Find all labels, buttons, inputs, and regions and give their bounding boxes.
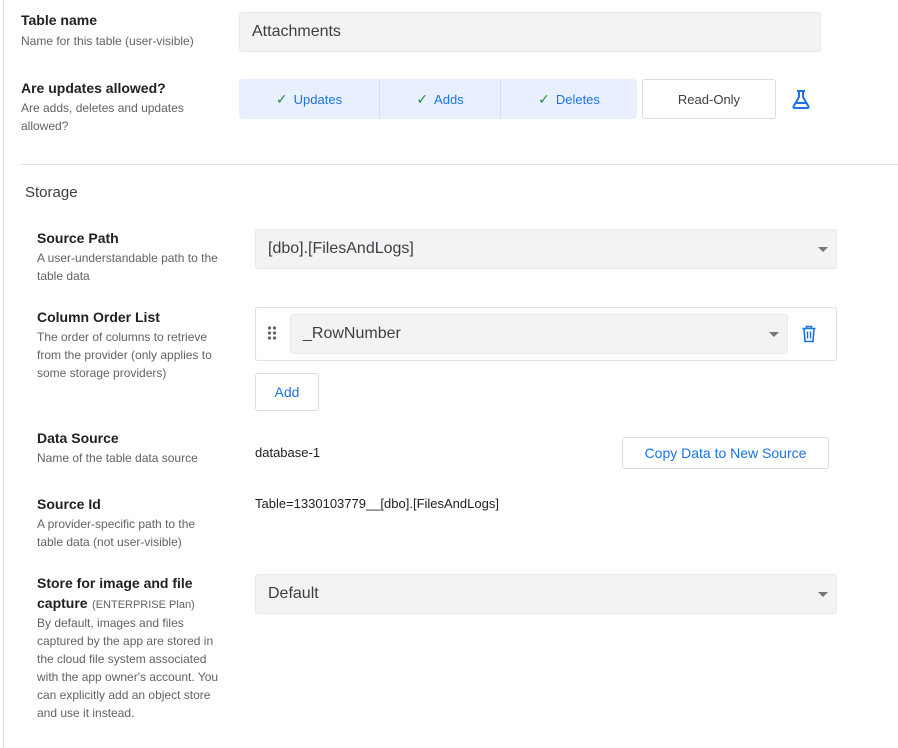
store-desc-1: By default, images and files: [37, 616, 184, 630]
source-path-select[interactable]: [dbo].[FilesAndLogs]: [255, 229, 837, 269]
left-border: [3, 0, 4, 748]
adds-toggle-label: Adds: [434, 91, 464, 107]
source-path-desc-1: A user-understandable path to the: [37, 251, 218, 265]
source-id-desc-2: table data (not user-visible): [37, 535, 182, 549]
data-source-value: database-1: [255, 445, 321, 460]
enterprise-plan-tag: (ENTERPRISE Plan): [92, 599, 195, 611]
drag-handle-icon[interactable]: [267, 325, 277, 341]
add-column-label: Add: [274, 384, 300, 400]
column-select[interactable]: _RowNumber: [290, 314, 788, 354]
chevron-down-icon: [769, 332, 779, 337]
column-order-list: _RowNumber: [255, 307, 837, 361]
store-title-1: Store for image and file: [37, 575, 193, 591]
updates-toggle-label: Updates: [293, 91, 343, 107]
readonly-button[interactable]: Read-Only: [642, 79, 776, 119]
store-select-value: Default: [268, 585, 319, 602]
table-name-title: Table name: [21, 12, 97, 28]
column-select-value: _RowNumber: [303, 325, 401, 342]
store-title-row: capture (ENTERPRISE Plan): [37, 595, 195, 613]
data-source-desc: Name of the table data source: [37, 451, 198, 465]
chevron-down-icon: [818, 247, 828, 252]
adds-toggle[interactable]: ✓ Adds: [380, 79, 501, 119]
column-order-desc-2: from the provider (only applies to: [37, 348, 212, 362]
copy-data-button[interactable]: Copy Data to New Source: [622, 437, 829, 469]
store-title-2: capture: [37, 595, 88, 611]
copy-data-label: Copy Data to New Source: [644, 445, 807, 461]
updates-desc-1: Are adds, deletes and updates: [21, 101, 184, 115]
store-desc-2: captured by the app are stored in: [37, 634, 214, 648]
store-desc-4: with the app owner's account. You: [37, 670, 219, 684]
store-select[interactable]: Default: [255, 574, 837, 614]
table-name-value: Attachments: [252, 23, 341, 40]
column-order-title: Column Order List: [37, 309, 160, 325]
store-desc-6: and use it instead.: [37, 706, 135, 720]
store-desc-5: can explicitly add an object store: [37, 688, 211, 702]
store-desc-3: the cloud file system associated: [37, 652, 207, 666]
column-order-desc-1: The order of columns to retrieve: [37, 330, 208, 344]
storage-heading: Storage: [25, 184, 78, 201]
check-icon: ✓: [538, 90, 550, 107]
source-id-desc-1: A provider-specific path to the: [37, 517, 196, 531]
deletes-toggle[interactable]: ✓ Deletes: [501, 79, 637, 119]
table-name-desc: Name for this table (user-visible): [21, 34, 194, 48]
updates-toggle[interactable]: ✓ Updates: [239, 79, 380, 119]
check-icon: ✓: [275, 90, 288, 107]
data-source-title: Data Source: [37, 430, 119, 446]
readonly-label: Read-Only: [677, 91, 741, 107]
updates-desc-2: allowed?: [21, 119, 69, 133]
source-path-title: Source Path: [37, 230, 119, 246]
add-column-button[interactable]: Add: [255, 373, 319, 411]
section-divider: [21, 164, 898, 165]
delete-icon[interactable]: [801, 325, 817, 343]
check-icon: ✓: [416, 90, 429, 107]
column-order-desc-3: some storage providers): [37, 366, 167, 380]
deletes-toggle-label: Deletes: [555, 91, 600, 107]
updates-title: Are updates allowed?: [21, 80, 166, 96]
source-id-value: Table=1330103779__[dbo].[FilesAndLogs]: [255, 496, 499, 511]
source-path-value: [dbo].[FilesAndLogs]: [268, 240, 414, 257]
table-name-input[interactable]: Attachments: [239, 12, 821, 52]
chevron-down-icon: [818, 592, 828, 597]
flask-icon[interactable]: [790, 88, 812, 110]
source-path-desc-2: table data: [37, 269, 90, 283]
source-id-title: Source Id: [37, 496, 101, 512]
